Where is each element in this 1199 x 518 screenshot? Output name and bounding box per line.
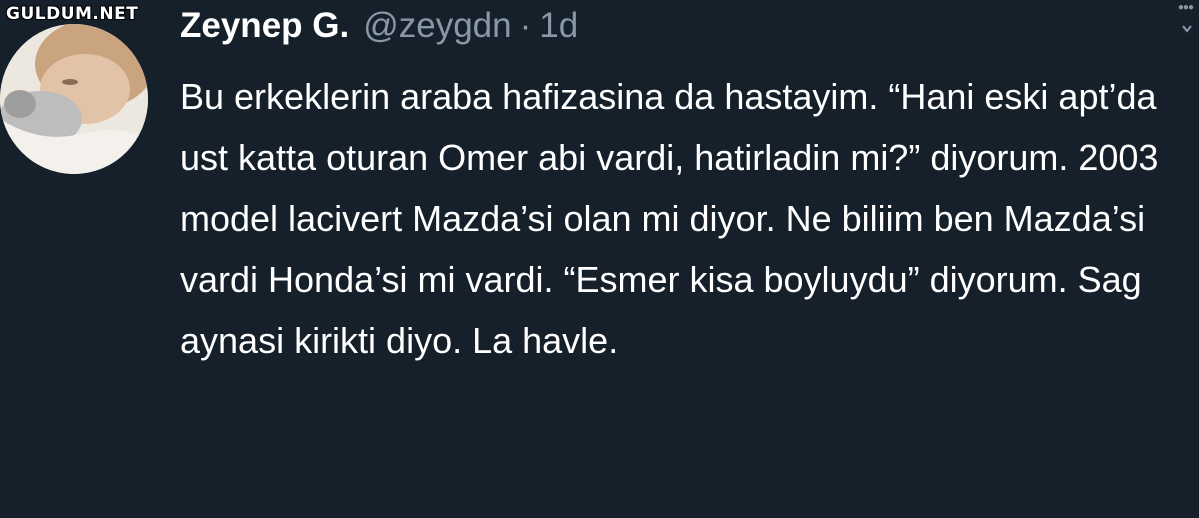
author-name[interactable]: Zeynep G. <box>180 6 349 46</box>
author-handle[interactable]: @zeygdn <box>363 6 511 46</box>
avatar-photo <box>0 24 148 174</box>
avatar[interactable] <box>0 24 148 174</box>
chevron-down-icon[interactable] <box>1181 22 1193 36</box>
tweet-time[interactable]: 1d <box>539 6 578 46</box>
tweet-text: Bu erkeklerin araba hafizasina da hastay… <box>180 76 1159 361</box>
separator: · <box>519 6 532 45</box>
tweet-header: Zeynep G. @zeygdn · 1d <box>180 6 1180 58</box>
more-dots-icon[interactable]: ●●● <box>1178 2 1194 13</box>
tweet: Zeynep G. @zeygdn · 1d Bu erkeklerin ara… <box>180 6 1180 371</box>
site-watermark: GULDUM.NET <box>6 4 139 24</box>
